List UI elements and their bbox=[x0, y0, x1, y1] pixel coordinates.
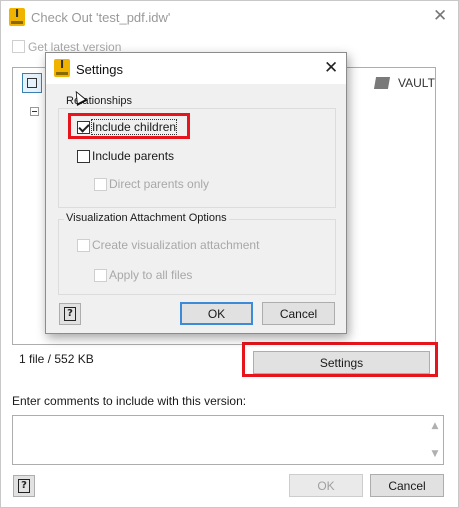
vault-icon bbox=[373, 77, 391, 89]
create-visualization-label: Create visualization attachment bbox=[92, 238, 260, 252]
vault-label: VAULT bbox=[398, 76, 435, 90]
file-summary: 1 file / 552 KB bbox=[19, 352, 94, 366]
include-children-highlight bbox=[68, 113, 190, 139]
help-icon: ? bbox=[18, 479, 30, 493]
visualization-group-title: Visualization Attachment Options bbox=[64, 212, 229, 224]
settings-dialog: Settings ✕ Relationships Include childre… bbox=[45, 52, 347, 334]
scroll-down-icon[interactable]: ▼ bbox=[427, 446, 443, 462]
scroll-up-icon[interactable]: ▲ bbox=[427, 418, 443, 434]
comments-scrollbar[interactable]: ▲ ▼ bbox=[427, 416, 443, 464]
visualization-group bbox=[58, 219, 336, 295]
comments-textarea[interactable]: ▲ ▼ bbox=[12, 415, 444, 465]
help-icon: ? bbox=[64, 307, 76, 321]
include-parents-label: Include parents bbox=[92, 149, 175, 163]
settings-help-button[interactable]: ? bbox=[59, 303, 81, 325]
tree-collapse-icon[interactable] bbox=[30, 107, 39, 116]
inventor-app-icon bbox=[9, 8, 25, 26]
close-icon[interactable]: ✕ bbox=[433, 8, 447, 25]
title-bar: Check Out 'test_pdf.idw' ✕ bbox=[1, 1, 458, 33]
inventor-app-icon bbox=[54, 59, 70, 77]
settings-title-bar: Settings ✕ bbox=[46, 53, 346, 84]
direct-parents-label: Direct parents only bbox=[109, 177, 210, 191]
window-title: Check Out 'test_pdf.idw' bbox=[31, 10, 171, 25]
settings-button-highlight bbox=[242, 342, 438, 377]
settings-cancel-button[interactable]: Cancel bbox=[262, 302, 335, 325]
settings-title: Settings bbox=[76, 62, 123, 77]
settings-ok-button[interactable]: OK bbox=[180, 302, 253, 325]
help-button[interactable]: ? bbox=[13, 475, 35, 497]
ok-button[interactable]: OK bbox=[289, 474, 363, 497]
include-parents-checkbox[interactable] bbox=[77, 150, 90, 163]
apply-all-label: Apply to all files bbox=[109, 268, 193, 282]
close-icon[interactable]: ✕ bbox=[324, 60, 338, 77]
cancel-button[interactable]: Cancel bbox=[370, 474, 444, 497]
direct-parents-checkbox[interactable] bbox=[94, 178, 107, 191]
get-latest-checkbox[interactable] bbox=[12, 40, 25, 53]
tree-view-toggle-button[interactable] bbox=[22, 73, 42, 93]
apply-all-checkbox[interactable] bbox=[94, 269, 107, 282]
tree-view-icon bbox=[27, 78, 37, 88]
comments-label: Enter comments to include with this vers… bbox=[12, 394, 247, 408]
create-visualization-checkbox[interactable] bbox=[77, 239, 90, 252]
